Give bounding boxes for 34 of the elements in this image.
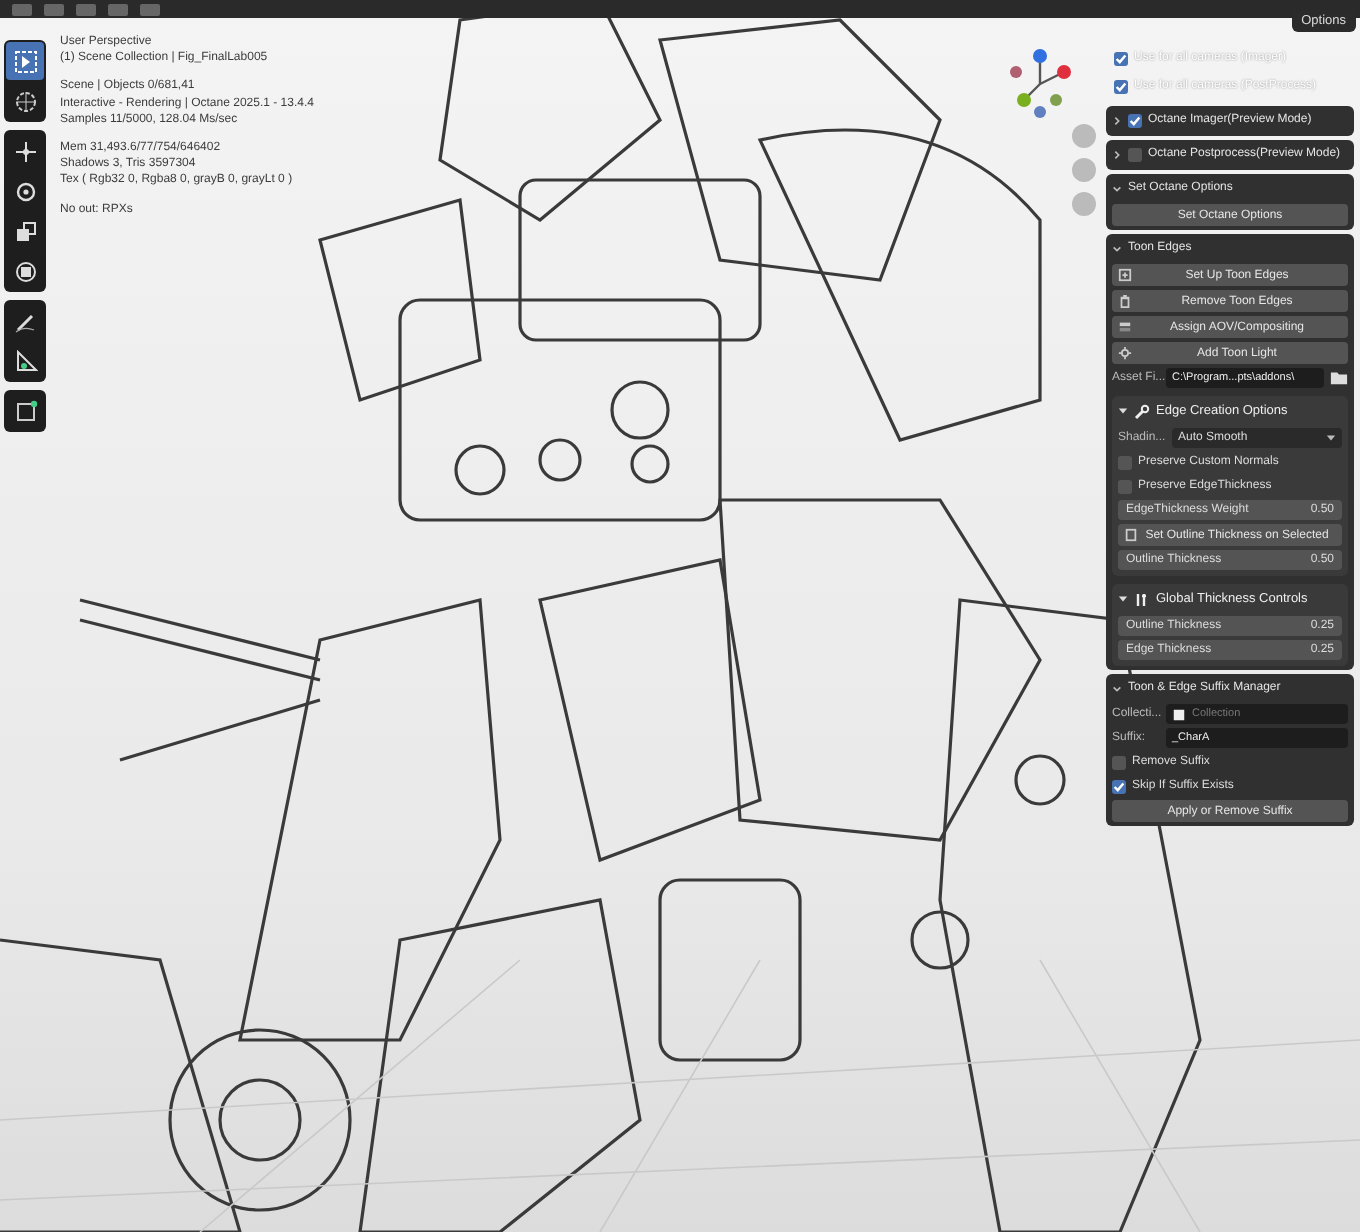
document-plus-icon (1118, 268, 1132, 282)
folder-icon[interactable] (1330, 370, 1348, 386)
checkbox[interactable] (1118, 455, 1132, 469)
pencil-icon (13, 309, 37, 333)
cube-add-icon (13, 399, 37, 423)
ruler-icon (13, 349, 37, 373)
checkbox[interactable] (1118, 479, 1132, 493)
chevron-icon[interactable] (1112, 149, 1122, 159)
checkbox[interactable] (1128, 147, 1142, 161)
checkbox[interactable] (1114, 51, 1128, 65)
document-icon (1124, 528, 1138, 542)
caret-icon (1326, 434, 1336, 442)
chevron-icon[interactable] (1112, 183, 1122, 193)
select-box-icon (13, 49, 37, 73)
crosshair-icon (13, 89, 37, 113)
checkbox[interactable] (1114, 79, 1128, 93)
checkbox[interactable] (1128, 113, 1142, 127)
sun-icon (1118, 346, 1132, 360)
chevron-icon[interactable] (1112, 243, 1122, 253)
tools-icon (1134, 591, 1150, 607)
rotate-icon (13, 179, 37, 203)
transform-icon (13, 259, 37, 283)
collapse-triangle-icon[interactable] (1118, 406, 1128, 416)
scale-icon (13, 219, 37, 243)
collection-icon (1172, 707, 1186, 721)
checkbox[interactable] (1112, 755, 1126, 769)
layers-icon (1118, 320, 1132, 334)
move-arrows-icon (13, 139, 37, 163)
chevron-icon[interactable] (1112, 683, 1122, 693)
checkbox[interactable] (1112, 779, 1126, 793)
wrench-icon (1134, 403, 1150, 419)
chevron-icon[interactable] (1112, 115, 1122, 125)
collapse-triangle-icon[interactable] (1118, 594, 1128, 604)
trash-icon (1118, 294, 1132, 308)
